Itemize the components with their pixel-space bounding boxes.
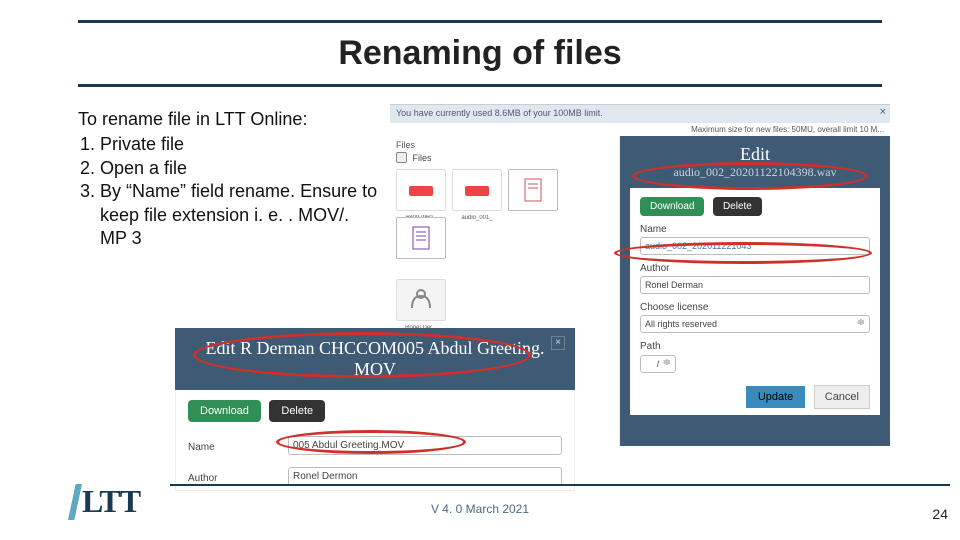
screenshot-edit-dialog: Edit R Derman CHCCOM005 Abdul Greeting. … [175, 328, 575, 491]
dialog-title: Edit R Derman CHCCOM005 Abdul Greeting. … [187, 338, 563, 380]
files-label: Files [396, 140, 613, 150]
title-underline [78, 84, 882, 87]
name-input[interactable]: 005 Abdul Greeting.MOV [288, 436, 562, 455]
page-number: 24 [932, 506, 948, 522]
update-cancel-row: Update Cancel [640, 387, 870, 405]
ltt-logo: LTT [72, 483, 140, 520]
author-input[interactable]: Ronel Derman [640, 276, 870, 294]
breadcrumb-text: Files [413, 153, 432, 163]
download-delete-row: Download Delete [640, 196, 870, 216]
step-1: Private file [100, 133, 378, 156]
thumbnail-grid-row2 [396, 279, 613, 321]
close-icon[interactable]: × [551, 336, 565, 350]
folder-icon [396, 152, 407, 163]
name-input[interactable]: audio_002_202011221043 [640, 237, 870, 255]
author-label: Author [640, 263, 870, 274]
author-label: Author [188, 473, 258, 484]
file-thumb[interactable] [396, 279, 446, 321]
edit-file-panel: Edit audio_002_20201122104398.wav Downlo… [620, 136, 890, 446]
file-thumb[interactable] [396, 169, 446, 211]
max-size-text: Maximum size for new files: 50MU, overal… [390, 123, 890, 136]
dialog-body: Download Delete Name 005 Abdul Greeting.… [175, 390, 575, 491]
logo-bar-icon [68, 484, 82, 520]
footer-rule [170, 484, 950, 486]
file-thumb[interactable] [452, 169, 502, 211]
version-text: V 4. 0 March 2021 [431, 502, 529, 516]
path-field: Path / [640, 341, 870, 373]
download-button[interactable]: Download [188, 400, 261, 422]
update-button[interactable]: Update [746, 386, 805, 408]
name-label: Name [188, 442, 258, 453]
storage-limit-text: You have currently used 8.6MB of your 10… [396, 108, 603, 118]
name-field: Name audio_002_202011221043 [640, 224, 870, 255]
download-delete-row: Download Delete [188, 400, 562, 422]
thumbnail-grid [396, 169, 613, 259]
file-thumb[interactable] [396, 217, 446, 259]
name-input-wrap: 005 Abdul Greeting.MOV [288, 436, 562, 455]
download-button[interactable]: Download [640, 197, 704, 216]
name-label: Name [640, 224, 870, 235]
storage-limit-bar: You have currently used 8.6MB of your 10… [390, 105, 890, 123]
logo-text: LTT [82, 483, 140, 519]
edit-title: Edit [630, 144, 880, 165]
close-icon[interactable]: × [880, 106, 886, 118]
file-thumb[interactable] [508, 169, 558, 211]
path-label: Path [640, 341, 870, 352]
instructions-list: Private file Open a file By “Name” field… [78, 133, 378, 250]
license-select[interactable]: All rights reserved [640, 315, 870, 333]
license-field: Choose license All rights reserved [640, 302, 870, 333]
edit-filename: audio_002_20201122104398.wav [630, 165, 880, 180]
author-field: Author Ronel Derman [640, 263, 870, 294]
step-3: By “Name” field rename. Ensure to keep f… [100, 180, 378, 250]
license-label: Choose license [640, 302, 870, 313]
delete-button[interactable]: Delete [713, 197, 762, 216]
edit-form: Download Delete Name audio_002_202011221… [630, 188, 880, 415]
dialog-header: Edit R Derman CHCCOM005 Abdul Greeting. … [175, 328, 575, 390]
top-rule [78, 20, 882, 23]
step-2: Open a file [100, 157, 378, 180]
breadcrumb[interactable]: Files [396, 152, 613, 163]
instructions-block: To rename file in LTT Online: Private fi… [78, 108, 378, 250]
cancel-button[interactable]: Cancel [814, 385, 870, 409]
name-field: Name [188, 442, 258, 455]
path-select[interactable]: / [640, 355, 676, 373]
delete-button[interactable]: Delete [269, 400, 325, 422]
instructions-intro: To rename file in LTT Online: [78, 108, 378, 131]
page-title: Renaming of files [0, 34, 960, 73]
